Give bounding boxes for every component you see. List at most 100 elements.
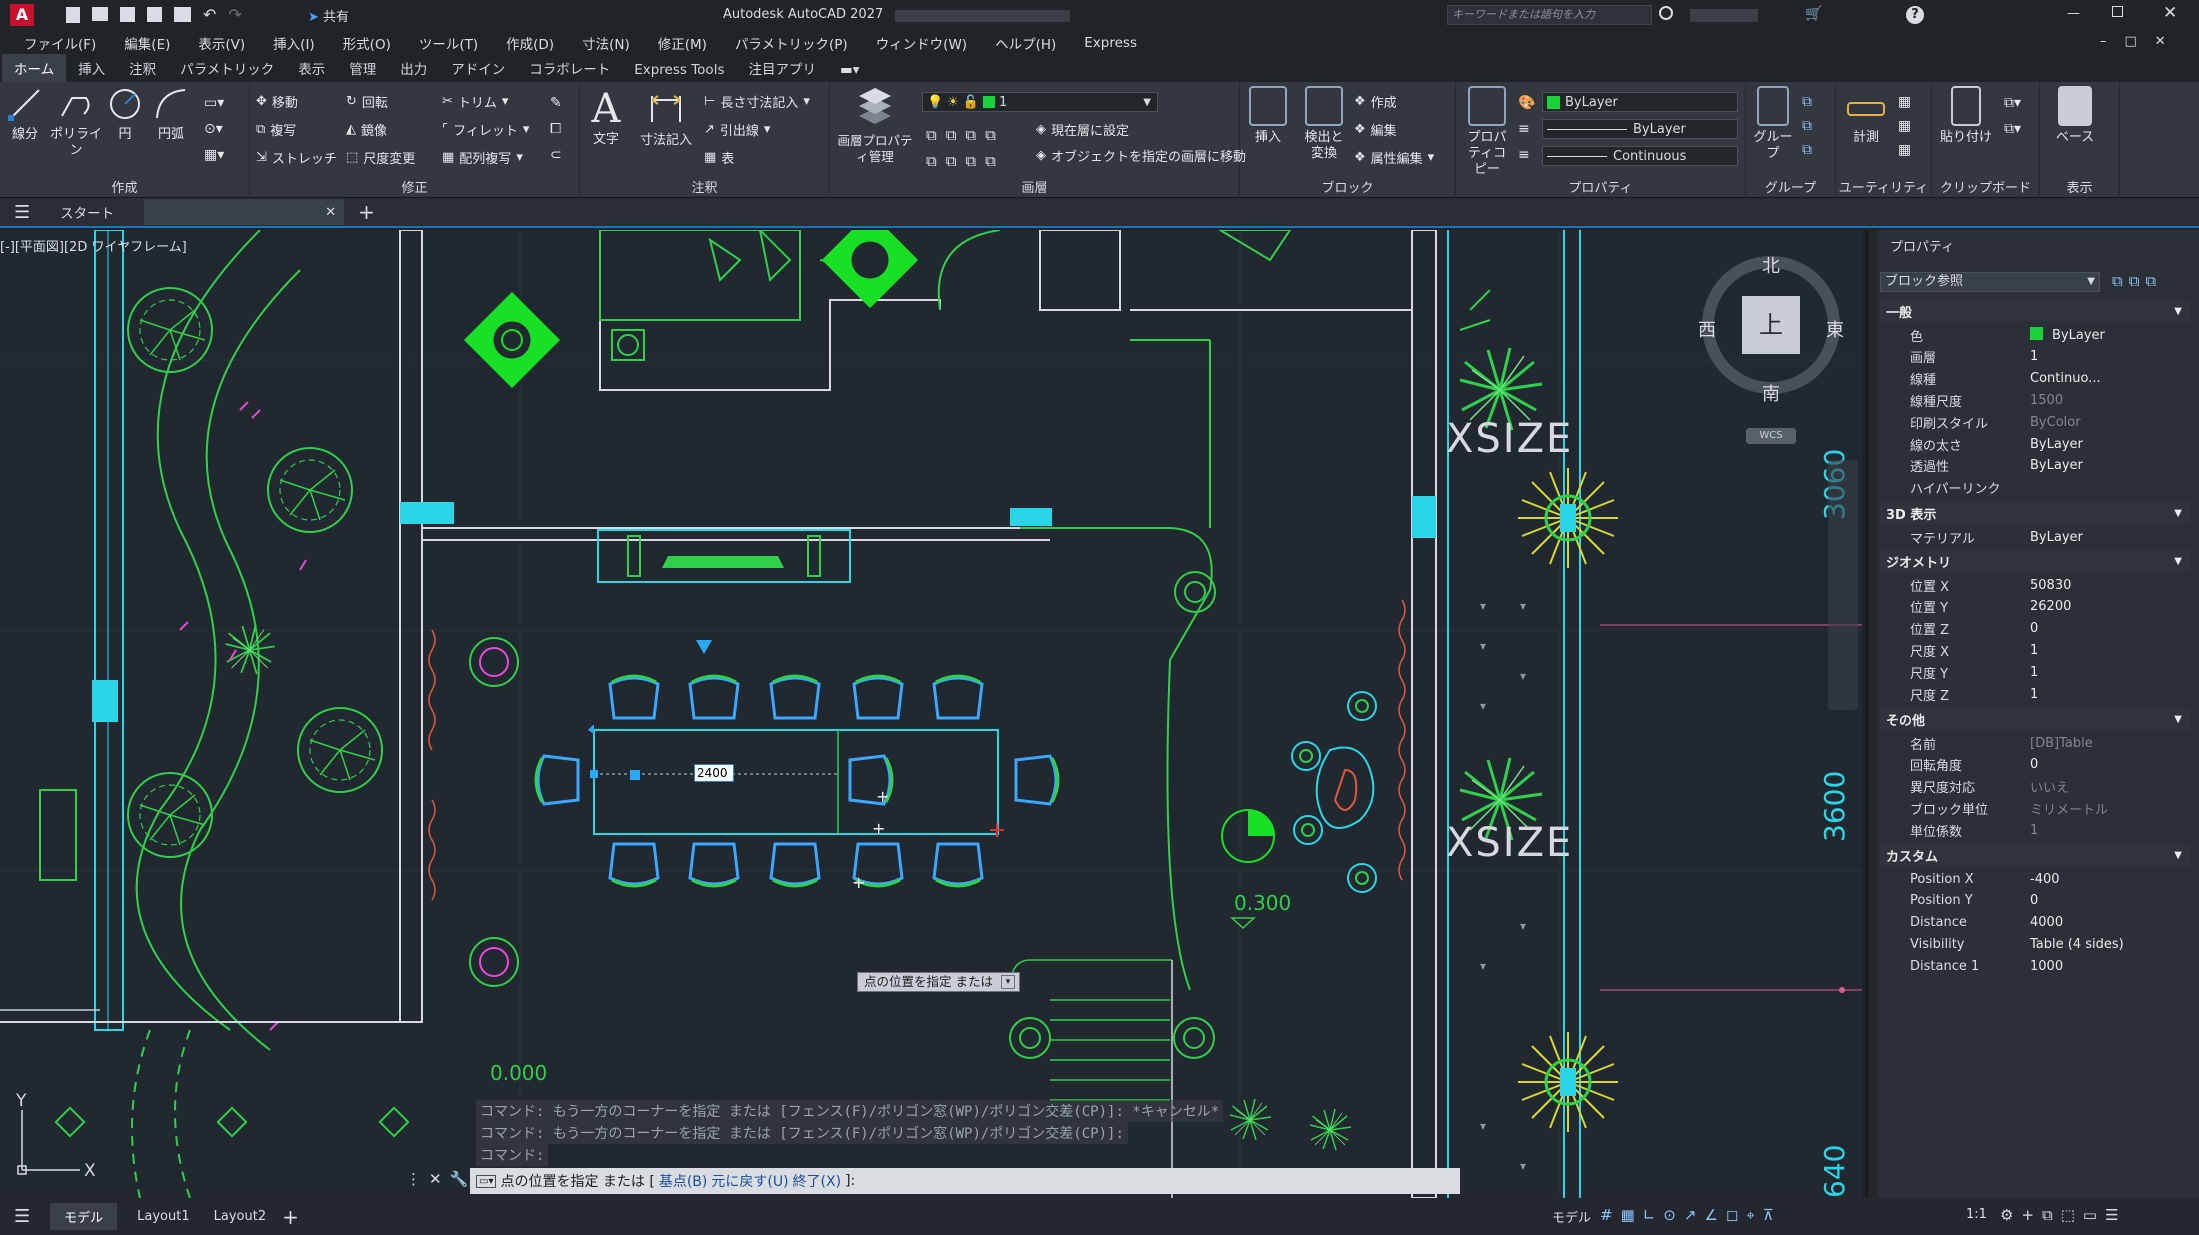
array-button[interactable]: ▦ 配列複写 ▾ [442, 148, 523, 167]
groups-panel-title[interactable]: グループ [1746, 177, 1835, 196]
navigation-bar[interactable] [1828, 460, 1858, 710]
tab-start[interactable]: スタート [60, 202, 114, 222]
tab-view[interactable]: 表示 [286, 54, 337, 82]
model-space-button[interactable]: モデル [1552, 1207, 1591, 1226]
insert-block-button[interactable]: 挿入 [1244, 86, 1292, 146]
rotate-button[interactable]: ↻ 回転 [346, 92, 388, 111]
property-row[interactable]: 線種尺度 1500 [1868, 389, 2199, 411]
status-right-icons[interactable]: ⚙+⧉⬚▭☰ [2000, 1206, 2127, 1224]
property-value[interactable]: 1 [2030, 687, 2038, 702]
group-small-icons[interactable]: ⧉ ⧉ ⧉ [1802, 90, 1812, 162]
property-value[interactable]: ByLayer [2052, 328, 2105, 343]
menu-express[interactable]: Express [1070, 35, 1151, 51]
tab-drawing-active[interactable]: ✕ [144, 199, 345, 225]
lineweight-dropdown[interactable]: ByLayer [1542, 119, 1738, 139]
command-input[interactable]: ▭▾ 点の位置を指定 または [ 基点(B) 元に戻す(U) 終了(X) ]: [470, 1168, 1460, 1194]
property-row[interactable]: 尺度 Y 1 [1868, 661, 2199, 683]
plot-icon[interactable] [174, 7, 191, 22]
property-row[interactable]: 名前 [DB]Table [1868, 732, 2199, 754]
property-row[interactable]: Position Y 0 [1868, 890, 2199, 912]
property-value[interactable]: 1 [2030, 643, 2038, 658]
menu-draw[interactable]: 作成(D) [492, 33, 568, 53]
menu-parametric[interactable]: パラメトリック(P) [721, 33, 862, 53]
property-value[interactable]: 0 [2030, 893, 2038, 908]
move-button[interactable]: ✥ 移動 [256, 92, 298, 111]
property-value[interactable]: ByLayer [2030, 530, 2083, 545]
redo-icon[interactable]: ↷ [228, 7, 241, 23]
viewcube-south[interactable]: 南 [1762, 380, 1780, 406]
clipboard-small-icons[interactable]: ⧉▾ ⧉▾ [2004, 90, 2021, 142]
menu-file[interactable]: ファイル(F) [10, 33, 110, 53]
property-row[interactable]: Distance 1 1000 [1868, 955, 2199, 977]
property-value[interactable]: 1 [2030, 823, 2038, 838]
menu-window[interactable]: ウィンドウ(W) [862, 33, 981, 53]
viewcube-north[interactable]: 北 [1762, 252, 1780, 278]
property-value[interactable]: ByColor [2030, 415, 2081, 430]
tab-collaborate[interactable]: コラボレート [517, 54, 622, 82]
status-toggle-icons[interactable]: #▦∟⊙↗∠◻⌖⊼ [1600, 1206, 1782, 1224]
dining-table-block[interactable]: + + + [534, 640, 1060, 892]
draw-panel-title[interactable]: 作成 [0, 177, 249, 196]
menu-insert[interactable]: 挿入(I) [259, 33, 329, 53]
linetype-dropdown[interactable]: Continuous [1542, 146, 1738, 166]
draw-small-tools[interactable]: ▭▾ ⊙▾ ▦▾ [204, 90, 224, 168]
viewcube-east[interactable]: 東 [1826, 316, 1844, 342]
layer-dropdown[interactable]: 💡 ☀ 🔓 1 ▼ [922, 92, 1158, 112]
property-value[interactable]: いいえ [2030, 777, 2069, 796]
block-panel-title[interactable]: ブロック [1240, 177, 1455, 196]
base-view-button[interactable]: ベース [2044, 86, 2106, 146]
property-row[interactable]: 単位係数 1 [1868, 819, 2199, 841]
undo-icon[interactable]: ↶ [203, 7, 216, 23]
annotation-panel-title[interactable]: 注釈 [580, 177, 829, 196]
dimension-button[interactable]: 寸法記入 [636, 86, 696, 149]
command-line-controls[interactable]: ⋮✕🔧 [406, 1170, 476, 1188]
property-value[interactable]: 50830 [2030, 578, 2071, 593]
view-panel-title[interactable]: 表示 [2040, 177, 2119, 196]
properties-panel-title[interactable]: プロパティ [1456, 177, 1745, 196]
floor-plan-drawing[interactable]: + + + ▾ ▾▾▾▾▾▾▾▾ Y X 0.300 0.000 XSIZE X… [0, 230, 1862, 1198]
property-row[interactable]: 異尺度対応 いいえ [1868, 776, 2199, 798]
selection-dropdown[interactable]: ブロック参照 ▼ [1880, 272, 2100, 292]
wcs-button[interactable]: WCS [1746, 428, 1796, 444]
menu-dimension[interactable]: 寸法(N) [568, 33, 644, 53]
command-option-exit[interactable]: 終了(X) [793, 1171, 842, 1191]
section-3d-view[interactable]: 3D 表示 ▼ [1880, 502, 2190, 524]
app-menu-icon[interactable]: ☰ [14, 202, 30, 223]
maximize-button[interactable] [2112, 6, 2123, 17]
property-row[interactable]: 位置 Z 0 [1868, 618, 2199, 640]
layer-tool-icons[interactable]: ⧉⧉⧉⧉ ⧉⧉⧉⧉ [926, 122, 1005, 174]
help-icon[interactable]: ? [1906, 6, 1924, 24]
property-row[interactable]: マテリアル ByLayer [1868, 526, 2199, 548]
property-row[interactable]: Visibility Table (4 sides) [1868, 933, 2199, 955]
trim-button[interactable]: ✂ トリム ▾ [442, 92, 508, 111]
property-row[interactable]: 尺度 X 1 [1868, 639, 2199, 661]
command-option-basepoint[interactable]: 基点(B) [659, 1171, 708, 1191]
tab-home[interactable]: ホーム [2, 54, 67, 82]
property-row[interactable]: Distance 4000 [1868, 912, 2199, 934]
copy-button[interactable]: ⧉ 複写 [256, 120, 296, 139]
ribbon-toggle-icon[interactable]: ▬▾ [828, 58, 872, 82]
utility-small-icons[interactable]: ▦ ▦ ▦ [1898, 90, 1911, 162]
cart-icon[interactable]: 🛒 [1805, 6, 1822, 22]
modify-extra-icons[interactable]: ✎ ⧠ ⊂ [550, 90, 562, 168]
mirror-button[interactable]: ◭ 鏡像 [346, 120, 387, 139]
property-value[interactable]: 0 [2030, 621, 2038, 636]
menu-view[interactable]: 表示(V) [184, 33, 259, 53]
menu-format[interactable]: 形式(O) [329, 33, 405, 53]
modify-panel-title[interactable]: 修正 [250, 177, 579, 196]
menu-edit[interactable]: 編集(E) [110, 33, 184, 53]
property-row[interactable]: 尺度 Z 1 [1868, 683, 2199, 705]
section-custom[interactable]: カスタム ▼ [1880, 844, 2190, 866]
set-current-layer-button[interactable]: ◈ 現在層に設定 [1036, 120, 1129, 139]
property-value[interactable]: 26200 [2030, 599, 2071, 614]
match-properties-button[interactable]: プロパティコピー [1460, 86, 1514, 178]
linear-dim-button[interactable]: ⊢ 長さ寸法記入 ▾ [704, 92, 810, 111]
annotation-scale[interactable]: 1:1 [1966, 1207, 1987, 1222]
property-row[interactable]: 線の太さ ByLayer [1868, 433, 2199, 455]
property-row[interactable]: 線種 Continuo... [1868, 368, 2199, 390]
leader-button[interactable]: ↗ 引出線 ▾ [704, 120, 770, 139]
close-window-button[interactable]: ✕ [2163, 3, 2177, 23]
section-misc[interactable]: その他 ▼ [1880, 708, 2190, 730]
property-row[interactable]: ハイパーリンク [1868, 477, 2199, 499]
property-value[interactable]: 4000 [2030, 915, 2063, 930]
